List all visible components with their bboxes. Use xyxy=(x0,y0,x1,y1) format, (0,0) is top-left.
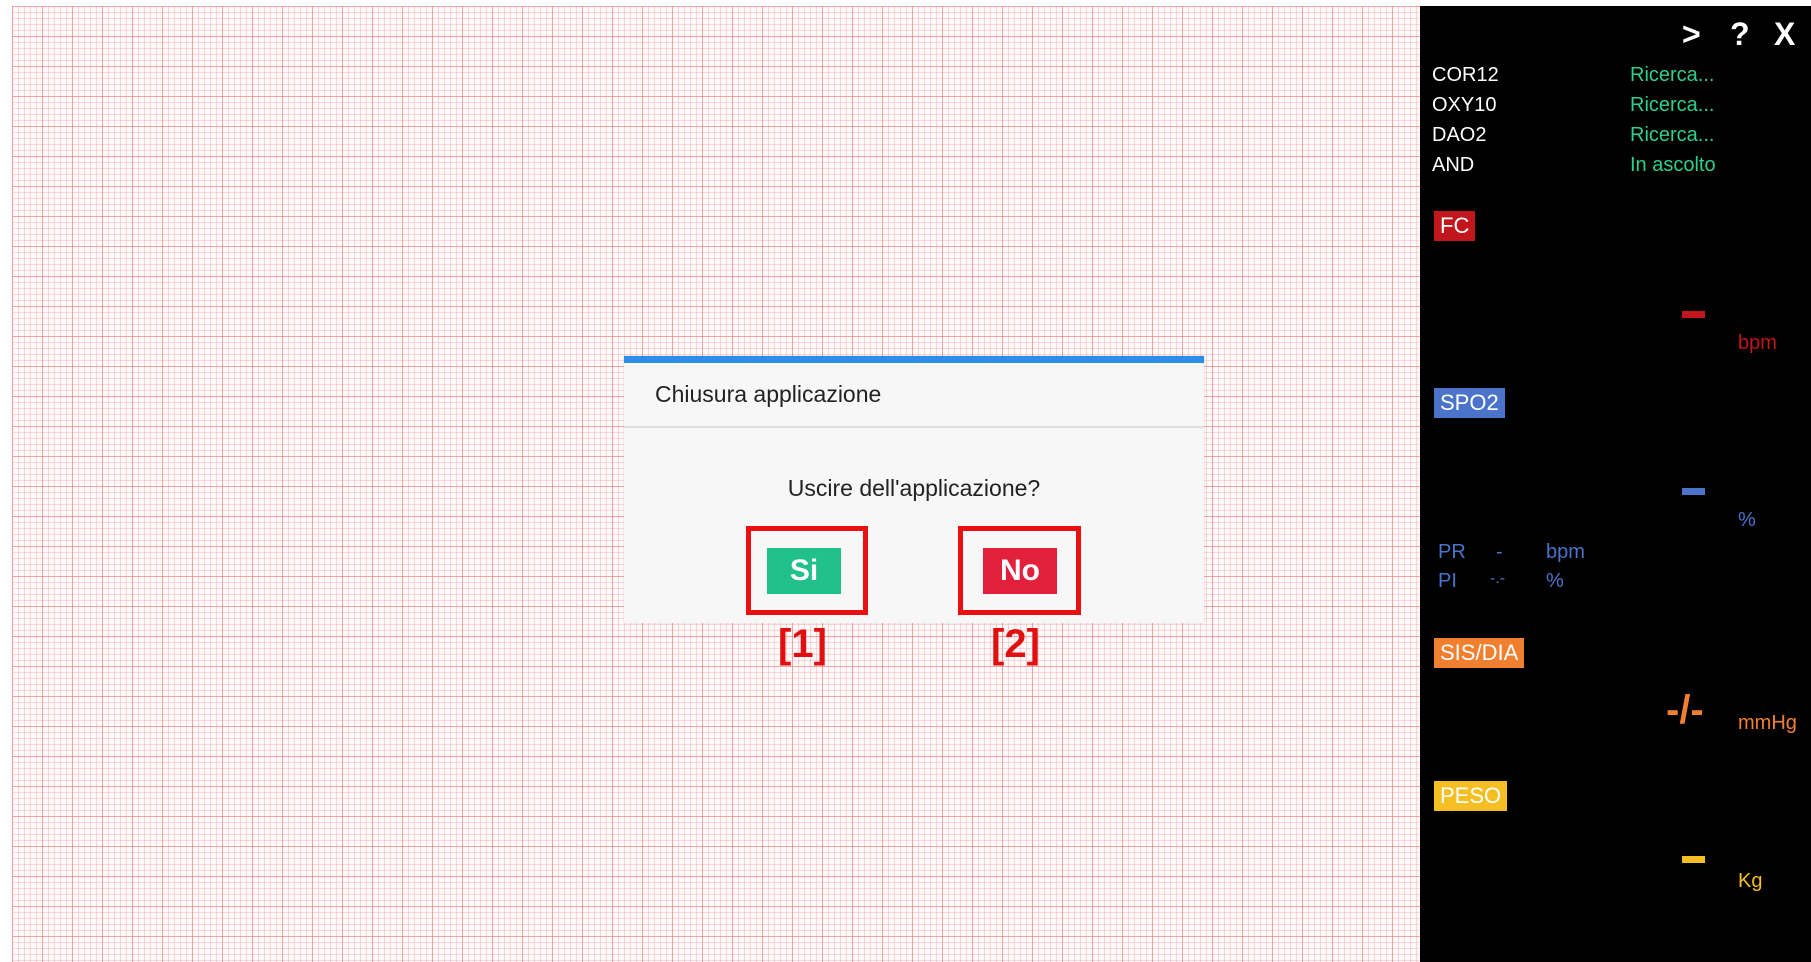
peso-unit: Kg xyxy=(1738,870,1763,892)
no-marker-label: [2] xyxy=(991,622,1040,666)
device-status-dao2: Ricerca... xyxy=(1630,124,1715,146)
device-status-and: In ascolto xyxy=(1630,154,1716,176)
yes-marker-label: [1] xyxy=(778,622,827,666)
device-name-oxy10: OXY10 xyxy=(1432,94,1497,116)
device-name-cor12: COR12 xyxy=(1432,64,1499,86)
pi-unit: % xyxy=(1546,570,1564,592)
pi-value: -.- xyxy=(1490,570,1506,587)
device-name-dao2: DAO2 xyxy=(1432,124,1487,146)
fc-tag: FC xyxy=(1434,211,1476,241)
yes-highlight-box xyxy=(746,526,868,615)
sisdia-tag: SIS/DIA xyxy=(1434,638,1525,668)
peso-tag: PESO xyxy=(1434,781,1508,811)
fc-unit: bpm xyxy=(1738,332,1777,354)
exit-dialog: Chiusura applicazione Uscire dell'applic… xyxy=(624,356,1204,623)
sisdia-value: -/- xyxy=(1666,688,1704,732)
close-button[interactable]: X xyxy=(1774,16,1795,53)
device-status-oxy10: Ricerca... xyxy=(1630,94,1715,116)
device-status-cor12: Ricerca... xyxy=(1630,64,1715,86)
pr-value: - xyxy=(1496,541,1503,563)
spo2-unit: % xyxy=(1738,509,1756,531)
spo2-value-dash xyxy=(1682,488,1705,495)
fc-value-dash xyxy=(1682,311,1705,318)
no-highlight-box xyxy=(958,526,1081,615)
peso-value-dash xyxy=(1682,856,1705,863)
vitals-panel: > ? X COR12 Ricerca... OXY10 Ricerca... … xyxy=(1420,6,1811,962)
pi-label: PI xyxy=(1438,570,1457,592)
sisdia-unit: mmHg xyxy=(1738,712,1797,734)
pr-label: PR xyxy=(1438,541,1466,563)
dialog-divider xyxy=(624,426,1204,428)
pr-unit: bpm xyxy=(1546,541,1585,563)
device-name-and: AND xyxy=(1432,154,1475,176)
help-button[interactable]: ? xyxy=(1730,16,1750,53)
dialog-title: Chiusura applicazione xyxy=(655,381,882,407)
spo2-tag: SPO2 xyxy=(1434,388,1505,418)
dialog-message: Uscire dell'applicazione? xyxy=(787,475,1041,501)
next-button[interactable]: > xyxy=(1682,16,1701,53)
